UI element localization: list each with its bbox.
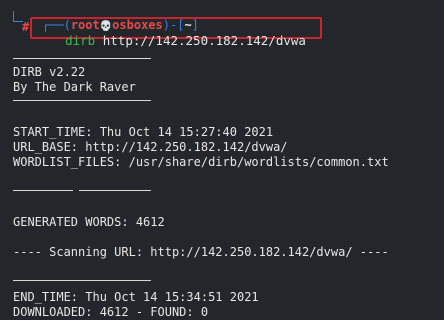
separator-line: [13, 190, 73, 191]
separator-line: [79, 190, 151, 191]
command-args: http://142.250.182.142/dvwa: [95, 33, 306, 48]
wordlist-files: WORDLIST_FILES: /usr/share/dirb/wordlist…: [13, 155, 389, 169]
scanning-url: ---- Scanning URL: http://142.250.182.14…: [13, 245, 389, 259]
url-base: URL_BASE: http://142.250.182.142/dvwa/: [13, 140, 288, 154]
downloaded-found: DOWNLOADED: 4612 - FOUND: 0: [13, 305, 209, 319]
generated-words: GENERATED WORDS: 4612: [13, 215, 165, 229]
separator-line: [13, 58, 151, 59]
banner-author: By The Dark Raver: [13, 80, 136, 94]
terminal-window[interactable]: ┌──(root💀osboxes)-[~] # dirb http://142.…: [0, 0, 444, 320]
separator-line: [13, 100, 151, 101]
separator-line: [13, 280, 151, 281]
prompt-symbol: #: [22, 20, 30, 34]
start-time: START_TIME: Thu Oct 14 15:27:40 2021: [13, 125, 274, 139]
command-line[interactable]: dirb http://142.250.182.142/dvwa: [35, 20, 306, 62]
end-time: END_TIME: Thu Oct 14 15:34:51 2021: [13, 290, 259, 304]
command-exe: dirb: [65, 33, 96, 48]
banner-version: DIRB v2.22: [13, 65, 86, 79]
